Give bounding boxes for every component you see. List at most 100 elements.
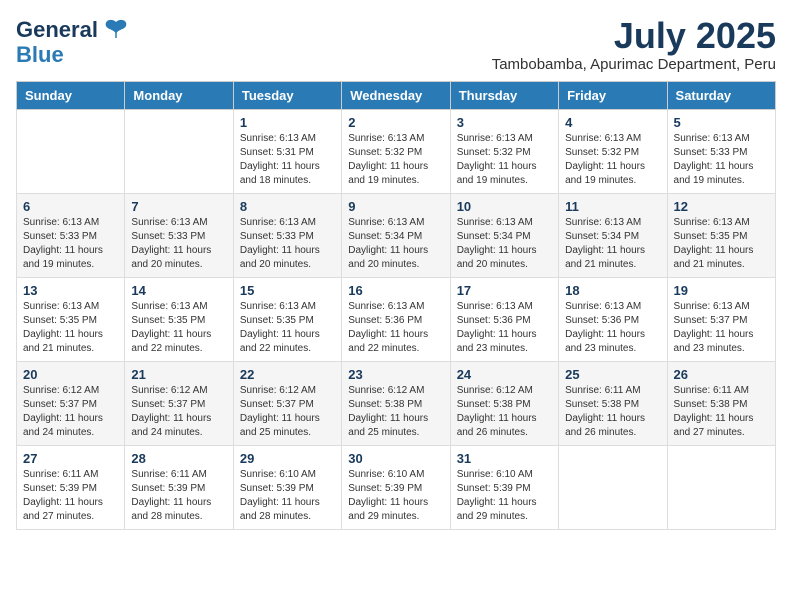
day-info: Sunrise: 6:13 AM Sunset: 5:34 PM Dayligh… [457, 216, 552, 272]
subtitle: Tambobamba, Apurimac Department, Peru [492, 56, 776, 73]
day-info: Sunrise: 6:13 AM Sunset: 5:33 PM Dayligh… [131, 216, 226, 272]
day-number: 12 [674, 199, 769, 214]
calendar-cell: 11Sunrise: 6:13 AM Sunset: 5:34 PM Dayli… [559, 193, 667, 277]
day-info: Sunrise: 6:11 AM Sunset: 5:39 PM Dayligh… [131, 468, 226, 524]
calendar-cell: 19Sunrise: 6:13 AM Sunset: 5:37 PM Dayli… [667, 277, 775, 361]
day-number: 27 [23, 451, 118, 466]
calendar-cell: 2Sunrise: 6:13 AM Sunset: 5:32 PM Daylig… [342, 109, 450, 193]
day-number: 30 [348, 451, 443, 466]
calendar-cell: 16 Sunrise: 6:13 AM Sunset: 5:36 PM Dayli… [342, 277, 450, 361]
calendar-cell [559, 445, 667, 529]
day-number: 13 [23, 283, 118, 298]
day-number: 3 [457, 115, 552, 130]
calendar-cell [17, 109, 125, 193]
calendar-cell: 8Sunrise: 6:13 AM Sunset: 5:33 PM Daylig… [233, 193, 341, 277]
logo-blue: Blue [16, 44, 64, 66]
calendar-cell: 18Sunrise: 6:13 AM Sunset: 5:36 PM Dayli… [559, 277, 667, 361]
day-info: Sunrise: 6:11 AM Sunset: 5:39 PM Dayligh… [23, 468, 118, 524]
day-info: Sunrise: 6:13 AM Sunset: 5:36 PM Dayligh… [565, 300, 660, 356]
calendar-header-friday: Friday [559, 81, 667, 109]
day-info: Sunrise: 6:13 AM Sunset: 5:35 PM Dayligh… [674, 216, 769, 272]
calendar-header-row: SundayMondayTuesdayWednesdayThursdayFrid… [17, 81, 776, 109]
calendar-cell: 5Sunrise: 6:13 AM Sunset: 5:33 PM Daylig… [667, 109, 775, 193]
day-info: Sunrise: 6:11 AM Sunset: 5:38 PM Dayligh… [674, 384, 769, 440]
calendar-cell: 26 Sunrise: 6:11 AM Sunset: 5:38 PM Dayli… [667, 361, 775, 445]
day-number: 1 [240, 115, 335, 130]
page-header: General Blue July 2025 Tambobamba, Apuri… [16, 16, 776, 73]
day-number: 24 [457, 367, 552, 382]
calendar-header-wednesday: Wednesday [342, 81, 450, 109]
calendar-cell: 6 Sunrise: 6:13 AM Sunset: 5:33 PM Daylig… [17, 193, 125, 277]
day-info: Sunrise: 6:13 AM Sunset: 5:34 PM Dayligh… [565, 216, 660, 272]
logo-general: General [16, 19, 98, 41]
calendar-cell: 30 Sunrise: 6:10 AM Sunset: 5:39 PM Dayli… [342, 445, 450, 529]
calendar-cell [125, 109, 233, 193]
day-number: 22 [240, 367, 335, 382]
calendar-cell: 3 Sunrise: 6:13 AM Sunset: 5:32 PM Daylig… [450, 109, 558, 193]
day-info: Sunrise: 6:12 AM Sunset: 5:37 PM Dayligh… [240, 384, 335, 440]
day-info: Sunrise: 6:12 AM Sunset: 5:38 PM Dayligh… [457, 384, 552, 440]
calendar-header-tuesday: Tuesday [233, 81, 341, 109]
calendar-cell: 9 Sunrise: 6:13 AM Sunset: 5:34 PM Daylig… [342, 193, 450, 277]
day-number: 28 [131, 451, 226, 466]
day-info: Sunrise: 6:13 AM Sunset: 5:36 PM Dayligh… [457, 300, 552, 356]
day-info: Sunrise: 6:13 AM Sunset: 5:33 PM Dayligh… [674, 132, 769, 188]
calendar-cell: 13 Sunrise: 6:13 AM Sunset: 5:35 PM Dayli… [17, 277, 125, 361]
day-info: Sunrise: 6:12 AM Sunset: 5:37 PM Dayligh… [131, 384, 226, 440]
title-section: July 2025 Tambobamba, Apurimac Departmen… [492, 16, 776, 73]
calendar-cell: 25Sunrise: 6:11 AM Sunset: 5:38 PM Dayli… [559, 361, 667, 445]
day-number: 4 [565, 115, 660, 130]
calendar-header-thursday: Thursday [450, 81, 558, 109]
logo-bird-icon [102, 16, 130, 44]
month-title: July 2025 [492, 16, 776, 56]
calendar-cell: 14 Sunrise: 6:13 AM Sunset: 5:35 PM Dayli… [125, 277, 233, 361]
day-info: Sunrise: 6:12 AM Sunset: 5:38 PM Dayligh… [348, 384, 443, 440]
day-info: Sunrise: 6:13 AM Sunset: 5:36 PM Dayligh… [348, 300, 443, 356]
day-info: Sunrise: 6:13 AM Sunset: 5:35 PM Dayligh… [131, 300, 226, 356]
day-number: 15 [240, 283, 335, 298]
day-number: 2 [348, 115, 443, 130]
calendar-cell [667, 445, 775, 529]
day-number: 20 [23, 367, 118, 382]
day-info: Sunrise: 6:13 AM Sunset: 5:35 PM Dayligh… [23, 300, 118, 356]
day-number: 29 [240, 451, 335, 466]
day-number: 6 [23, 199, 118, 214]
day-number: 31 [457, 451, 552, 466]
day-info: Sunrise: 6:13 AM Sunset: 5:32 PM Dayligh… [457, 132, 552, 188]
day-number: 17 [457, 283, 552, 298]
day-info: Sunrise: 6:10 AM Sunset: 5:39 PM Dayligh… [457, 468, 552, 524]
day-number: 23 [348, 367, 443, 382]
day-number: 26 [674, 367, 769, 382]
calendar-header-saturday: Saturday [667, 81, 775, 109]
day-number: 21 [131, 367, 226, 382]
calendar-cell: 31 Sunrise: 6:10 AM Sunset: 5:39 PM Dayli… [450, 445, 558, 529]
calendar-cell: 21 Sunrise: 6:12 AM Sunset: 5:37 PM Dayli… [125, 361, 233, 445]
logo: General Blue [16, 16, 130, 66]
calendar-header-sunday: Sunday [17, 81, 125, 109]
day-info: Sunrise: 6:13 AM Sunset: 5:34 PM Dayligh… [348, 216, 443, 272]
day-info: Sunrise: 6:13 AM Sunset: 5:37 PM Dayligh… [674, 300, 769, 356]
day-info: Sunrise: 6:13 AM Sunset: 5:33 PM Dayligh… [23, 216, 118, 272]
day-number: 14 [131, 283, 226, 298]
calendar-week-5: 27 Sunrise: 6:11 AM Sunset: 5:39 PM Dayli… [17, 445, 776, 529]
day-info: Sunrise: 6:12 AM Sunset: 5:37 PM Dayligh… [23, 384, 118, 440]
calendar-cell: 12 Sunrise: 6:13 AM Sunset: 5:35 PM Dayli… [667, 193, 775, 277]
day-number: 16 [348, 283, 443, 298]
day-number: 9 [348, 199, 443, 214]
calendar-cell: 20 Sunrise: 6:12 AM Sunset: 5:37 PM Dayli… [17, 361, 125, 445]
calendar-header-monday: Monday [125, 81, 233, 109]
calendar-week-2: 6 Sunrise: 6:13 AM Sunset: 5:33 PM Daylig… [17, 193, 776, 277]
calendar-cell: 7 Sunrise: 6:13 AM Sunset: 5:33 PM Daylig… [125, 193, 233, 277]
calendar-week-1: 1 Sunrise: 6:13 AM Sunset: 5:31 PM Daylig… [17, 109, 776, 193]
calendar-cell: 4Sunrise: 6:13 AM Sunset: 5:32 PM Daylig… [559, 109, 667, 193]
calendar-cell: 22 Sunrise: 6:12 AM Sunset: 5:37 PM Dayli… [233, 361, 341, 445]
day-number: 25 [565, 367, 660, 382]
day-info: Sunrise: 6:13 AM Sunset: 5:31 PM Dayligh… [240, 132, 335, 188]
day-number: 7 [131, 199, 226, 214]
day-number: 8 [240, 199, 335, 214]
calendar-cell: 29Sunrise: 6:10 AM Sunset: 5:39 PM Dayli… [233, 445, 341, 529]
calendar-cell: 10Sunrise: 6:13 AM Sunset: 5:34 PM Dayli… [450, 193, 558, 277]
day-info: Sunrise: 6:13 AM Sunset: 5:35 PM Dayligh… [240, 300, 335, 356]
calendar-cell: 28 Sunrise: 6:11 AM Sunset: 5:39 PM Dayli… [125, 445, 233, 529]
day-info: Sunrise: 6:10 AM Sunset: 5:39 PM Dayligh… [348, 468, 443, 524]
